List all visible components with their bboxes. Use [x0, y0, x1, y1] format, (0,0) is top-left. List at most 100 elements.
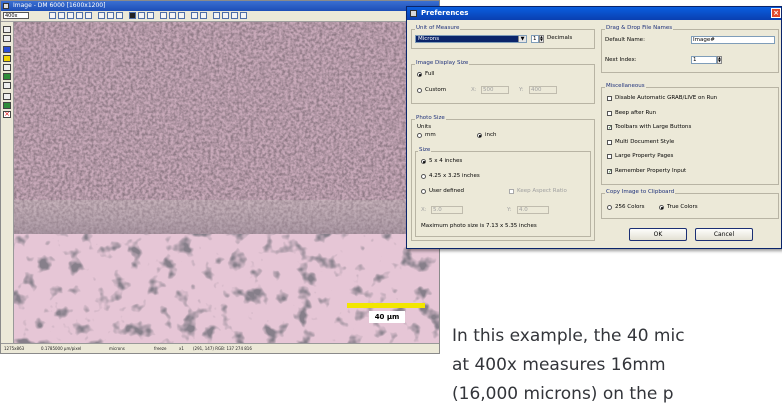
misc-checkbox-label[interactable]: Remember Property Input	[615, 168, 686, 175]
display-x-label: X:	[471, 87, 477, 93]
display-custom-label[interactable]: Custom	[425, 87, 446, 94]
close-button[interactable]: ×	[771, 8, 781, 18]
display-x-input[interactable]: 500	[481, 86, 509, 94]
drag-drop-label: Drag & Drop File Names	[605, 25, 674, 32]
keep-aspect-checkbox[interactable]	[509, 189, 514, 194]
units-inch-radio[interactable]	[477, 133, 482, 138]
black-fill-icon[interactable]	[129, 12, 136, 19]
display-y-input[interactable]: 400	[529, 86, 557, 94]
arrow-tool-icon[interactable]	[3, 26, 11, 33]
color-icon[interactable]	[147, 12, 154, 19]
caption-line-2: at 400x measures 16mm	[452, 355, 666, 375]
decimals-input[interactable]: 1	[531, 35, 539, 43]
size-option-3-radio[interactable]	[421, 189, 426, 194]
decimals-label: Decimals	[547, 35, 573, 41]
freeze-icon[interactable]	[116, 12, 123, 19]
true-colors-label[interactable]: True Colors	[667, 204, 698, 211]
dialog-titlebar[interactable]: Preferences	[407, 7, 781, 20]
status-zoom: x1	[179, 346, 184, 351]
hand-tool-icon[interactable]	[3, 35, 11, 42]
misc-checkbox[interactable]: ✓	[607, 125, 612, 131]
select-icon[interactable]	[85, 12, 92, 19]
zoom-fit-icon[interactable]	[67, 12, 74, 19]
upper-grain	[14, 22, 439, 202]
green-tool-icon[interactable]	[3, 73, 11, 80]
display-y-label: Y:	[519, 87, 524, 93]
next-index-input[interactable]: 1	[691, 56, 717, 64]
caption-line-3: (16,000 microns) on the p	[452, 384, 674, 404]
units-mm-label[interactable]: mm	[425, 132, 436, 139]
copy-icon[interactable]	[231, 12, 238, 19]
save-icon[interactable]	[222, 12, 229, 19]
size-option-3-label[interactable]: User defined	[429, 188, 464, 195]
misc-checkbox-label[interactable]: Beep after Run	[615, 110, 656, 117]
grab-icon[interactable]	[98, 12, 105, 19]
misc-checkbox[interactable]	[607, 139, 612, 145]
next-index-spinner-icon[interactable]: ▲ ▼	[717, 56, 722, 64]
image-side-toolbar: ×	[1, 22, 14, 343]
caption-line-1: In this example, the 40 mic	[452, 326, 685, 346]
draw-ellipse-icon[interactable]	[178, 12, 185, 19]
cancel-button[interactable]: Cancel	[695, 228, 753, 241]
misc-checkbox[interactable]	[607, 96, 612, 101]
size-option-2-label[interactable]: 4.25 x 3.25 inches	[429, 173, 480, 180]
decimals-spinner-icon[interactable]: ▲ ▼	[539, 35, 544, 43]
display-full-label[interactable]: Full	[425, 71, 434, 78]
colors-256-radio[interactable]	[607, 205, 612, 210]
dialog-app-icon	[410, 10, 417, 17]
white-fill-icon[interactable]	[138, 12, 145, 19]
misc-checkbox[interactable]: ✓	[607, 168, 612, 174]
band-grain	[14, 200, 439, 236]
scale-bar	[347, 303, 425, 308]
yellow-tool-icon[interactable]	[3, 55, 11, 62]
blue-tool-icon[interactable]	[3, 46, 11, 53]
image-toolbar: 400x	[1, 11, 439, 22]
live-icon[interactable]	[107, 12, 114, 19]
delete-tool-icon[interactable]: ×	[3, 111, 11, 118]
display-custom-radio[interactable]	[417, 88, 422, 93]
zoom-in-icon[interactable]	[49, 12, 56, 19]
draw-rect-icon[interactable]	[169, 12, 176, 19]
size-option-1-radio[interactable]	[421, 159, 426, 164]
line-tool-icon[interactable]	[3, 93, 11, 100]
ok-button[interactable]: OK	[629, 228, 687, 241]
default-name-input[interactable]: Image#	[691, 36, 775, 44]
grid-icon[interactable]	[240, 12, 247, 19]
misc-checkbox-label[interactable]: Large Property Pages	[615, 153, 673, 160]
colors-256-label[interactable]: 256 Colors	[615, 204, 644, 211]
text-tool-icon[interactable]	[3, 82, 11, 89]
misc-checkbox-label[interactable]: Multi Document Style	[615, 139, 674, 146]
display-size-label: Image Display Size	[415, 60, 470, 67]
zoom-select[interactable]: 400x	[3, 12, 29, 19]
units-mm-radio[interactable]	[417, 133, 422, 138]
size-option-2-radio[interactable]	[421, 174, 426, 179]
image-window-titlebar[interactable]: Image - DM 6000 [1600x1200]	[1, 1, 439, 11]
keep-aspect-label: Keep Aspect Ratio	[517, 188, 567, 194]
unit-combo[interactable]: Microns ▼	[415, 35, 527, 43]
print-icon[interactable]	[213, 12, 220, 19]
photo-y-input[interactable]: 4.0	[517, 206, 549, 214]
display-full-radio[interactable]	[417, 72, 422, 77]
misc-checkbox[interactable]	[607, 154, 612, 159]
pan-icon[interactable]	[76, 12, 83, 19]
status-mode: freeze	[154, 346, 167, 351]
dialog-title: Preferences	[421, 9, 469, 17]
misc-checkbox[interactable]	[607, 110, 612, 116]
status-calibration: 0.1785000 µm/pixel	[41, 346, 82, 351]
image-status-bar: 1275x863 0.1785000 µm/pixel microns free…	[1, 343, 439, 353]
preferences-dialog: Preferences × Unit of Measure Microns ▼ …	[406, 6, 782, 249]
photo-x-input[interactable]: 5.0	[431, 206, 463, 214]
fill-tool-icon[interactable]	[3, 102, 11, 109]
calibrate-icon[interactable]	[200, 12, 207, 19]
micrograph-image[interactable]	[14, 22, 439, 344]
zoom-out-icon[interactable]	[58, 12, 65, 19]
status-coords: 1275x863	[4, 346, 25, 351]
units-inch-label[interactable]: inch	[485, 132, 497, 139]
misc-checkbox-label[interactable]: Disable Automatic GRAB/LIVE on Run	[615, 95, 717, 102]
pen-tool-icon[interactable]	[3, 64, 11, 71]
draw-line-icon[interactable]	[160, 12, 167, 19]
true-colors-radio[interactable]	[659, 205, 664, 210]
size-option-1-label[interactable]: 5 x 4 inches	[429, 158, 462, 165]
misc-checkbox-label[interactable]: Toolbars with Large Buttons	[615, 124, 691, 131]
measure-icon[interactable]	[191, 12, 198, 19]
